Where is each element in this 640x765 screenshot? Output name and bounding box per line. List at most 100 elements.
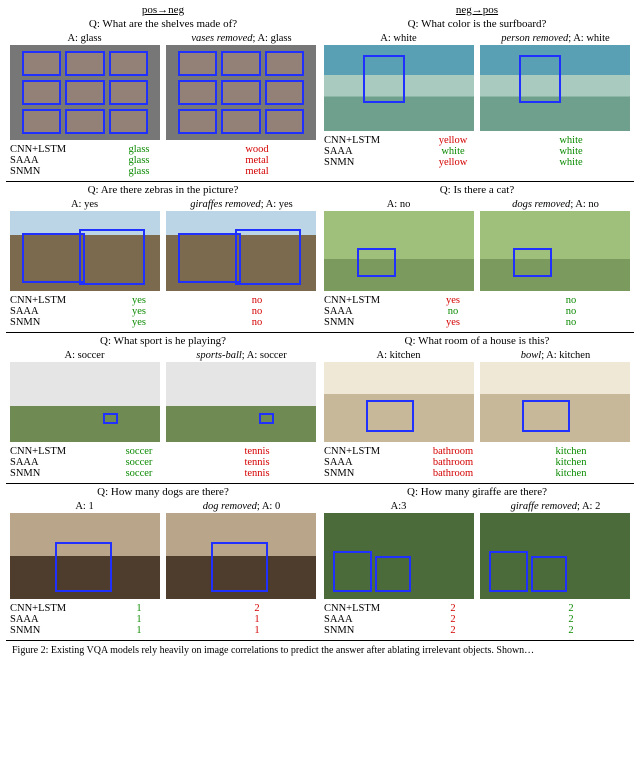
image-pair [6,211,320,293]
model-name: CNN+LSTM [324,295,394,306]
model-name: SAAA [324,306,394,317]
pred-edited: white [512,157,630,168]
image-pair [6,513,320,601]
model-name: SNMN [324,157,394,168]
pred-original: 1 [80,614,198,625]
model-predictions: CNN+LSTM glass wood SAAA glass metal SNM… [6,142,320,181]
model-predictions: CNN+LSTM yes no SAAA no no SNMN yes no [320,293,634,332]
image-thumbnail [166,513,316,599]
pred-edited: 2 [512,614,630,625]
answer-line: A: glass vases removed; A: glass [6,32,320,45]
pred-edited: wood [198,144,316,155]
image-thumbnail [324,45,474,131]
example-row: Q: What sport is he playing? A: soccer s… [6,332,634,483]
gt-original: A: kitchen [320,349,477,362]
model-row: SNMN yes no [324,317,630,328]
model-name: SNMN [10,625,80,636]
gt-edited: person removed; A: white [477,32,634,45]
example-right: Q: Is there a cat? A: no dogs removed; A… [320,182,634,332]
pred-edited: 2 [198,603,316,614]
model-row: SAAA soccer tennis [10,457,316,468]
model-name: SNMN [10,468,80,479]
pred-original: yellow [394,157,512,168]
model-row: SNMN 1 1 [10,625,316,636]
answer-line: A: soccer sports-ball; A: soccer [6,349,320,362]
figure-caption: Figure 2: Existing VQA models rely heavi… [6,640,634,658]
pred-original: yellow [394,135,512,146]
image-thumbnail [480,362,630,442]
model-name: CNN+LSTM [10,295,80,306]
pred-original: soccer [80,468,198,479]
pred-original: glass [80,155,198,166]
model-name: SNMN [324,625,394,636]
question: Q: How many dogs are there? [97,484,229,500]
example-left: Q: Are there zebras in the picture? A: y… [6,182,320,332]
model-row: SAAA no no [324,306,630,317]
model-name: SNMN [10,317,80,328]
answer-line: A: white person removed; A: white [320,32,634,45]
pred-edited: no [512,306,630,317]
image-thumbnail [324,211,474,291]
pred-edited: 1 [198,625,316,636]
pred-original: bathroom [394,457,512,468]
model-row: SAAA 1 1 [10,614,316,625]
model-row: SNMN bathroom kitchen [324,468,630,479]
model-predictions: CNN+LSTM soccer tennis SAAA soccer tenni… [6,444,320,483]
model-name: SAAA [10,306,80,317]
gt-original: A:3 [320,500,477,513]
figure: pos→neg neg→pos Q: What are the shelves … [0,0,640,662]
pred-edited: no [512,317,630,328]
model-predictions: CNN+LSTM bathroom kitchen SAAA bathroom … [320,444,634,483]
gt-edited: giraffe removed; A: 2 [477,500,634,513]
gt-original: A: no [320,198,477,211]
model-name: CNN+LSTM [10,144,80,155]
pred-edited: tennis [198,457,316,468]
header-row: pos→neg neg→pos [6,4,634,16]
image-thumbnail [10,211,160,291]
pred-edited: no [198,317,316,328]
example-row: Q: Are there zebras in the picture? A: y… [6,181,634,332]
image-thumbnail [166,211,316,291]
model-row: CNN+LSTM yes no [10,295,316,306]
model-row: SNMN yellow white [324,157,630,168]
pred-original: 1 [80,603,198,614]
example-row: Q: What are the shelves made of? A: glas… [6,16,634,181]
model-name: SNMN [324,317,394,328]
model-name: SAAA [10,155,80,166]
model-row: SAAA 2 2 [324,614,630,625]
question: Q: Are there zebras in the picture? [88,182,239,198]
example-right: Q: What room of a house is this? A: kitc… [320,333,634,483]
pred-edited: 2 [512,625,630,636]
gt-original: A: 1 [6,500,163,513]
pred-original: bathroom [394,446,512,457]
pred-edited: white [512,135,630,146]
image-pair [320,362,634,444]
image-thumbnail [166,362,316,442]
image-thumbnail [10,45,160,140]
pred-edited: no [198,295,316,306]
model-predictions: CNN+LSTM yes no SAAA yes no SNMN yes no [6,293,320,332]
pred-edited: no [198,306,316,317]
model-name: SNMN [10,166,80,177]
gt-edited: giraffes removed; A: yes [163,198,320,211]
gt-original: A: glass [6,32,163,45]
answer-line: A: no dogs removed; A: no [320,198,634,211]
pred-original: glass [80,166,198,177]
model-row: SNMN soccer tennis [10,468,316,479]
model-row: SNMN glass metal [10,166,316,177]
example-right: Q: What color is the surfboard? A: white… [320,16,634,181]
model-row: SAAA glass metal [10,155,316,166]
image-pair [6,362,320,444]
pred-edited: 1 [198,614,316,625]
model-name: SAAA [324,614,394,625]
pred-edited: tennis [198,446,316,457]
question: Q: What color is the surfboard? [408,16,547,32]
gt-original: A: white [320,32,477,45]
model-name: CNN+LSTM [10,446,80,457]
pred-original: no [394,306,512,317]
header-left: pos→neg [6,4,320,16]
model-name: CNN+LSTM [324,446,394,457]
example-left: Q: What are the shelves made of? A: glas… [6,16,320,181]
gt-edited: vases removed; A: glass [163,32,320,45]
question: Q: What room of a house is this? [405,333,550,349]
